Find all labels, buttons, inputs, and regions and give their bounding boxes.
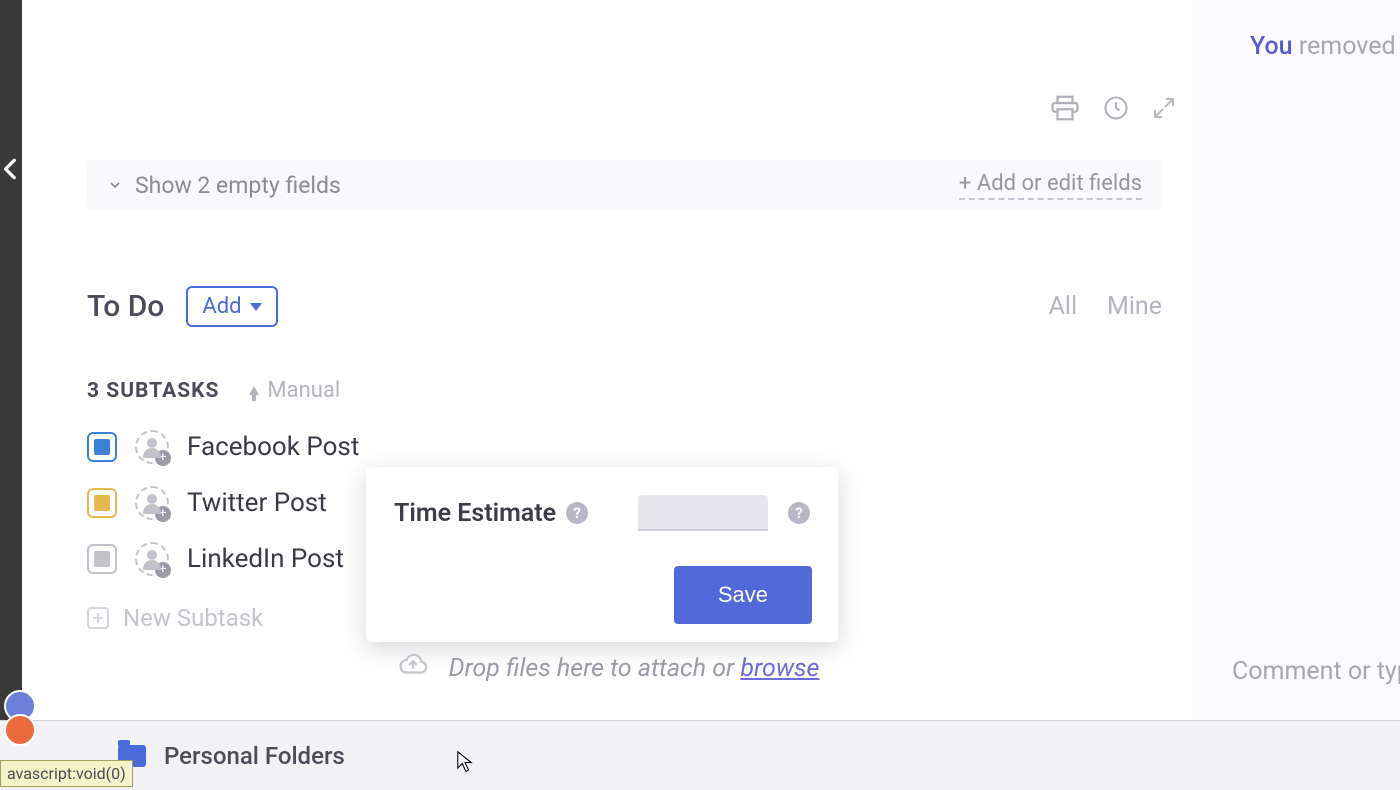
- filter-mine-tab[interactable]: Mine: [1107, 292, 1162, 321]
- status-box-icon[interactable]: [87, 544, 117, 574]
- task-detail-panel: Show 2 empty fields + Add or edit fields…: [22, 0, 1192, 720]
- new-subtask-label: New Subtask: [123, 604, 263, 632]
- header-action-icons: [1050, 93, 1176, 123]
- time-estimate-label: Time Estimate: [394, 499, 556, 528]
- sort-mode-label: Manual: [267, 378, 340, 403]
- assignee-avatar[interactable]: +: [135, 486, 169, 520]
- plus-icon: +: [155, 562, 171, 578]
- new-subtask-row[interactable]: New Subtask: [87, 604, 359, 632]
- expand-icon[interactable]: [1152, 96, 1176, 120]
- assignee-avatar[interactable]: +: [135, 542, 169, 576]
- add-edit-fields-link[interactable]: + Add or edit fields: [959, 171, 1142, 200]
- activity-panel: You removed th Comment or typ: [1192, 0, 1400, 720]
- cloud-upload-icon: [395, 650, 431, 687]
- plus-icon: +: [155, 450, 171, 466]
- time-estimate-popover: Time Estimate ? ? Save: [366, 467, 838, 642]
- subtask-row: + LinkedIn Post: [87, 542, 359, 576]
- caret-down-icon: [250, 303, 262, 311]
- plus-icon: +: [155, 506, 171, 522]
- activity-actor: You: [1250, 32, 1293, 61]
- chevron-down-icon: [107, 177, 123, 193]
- avatar[interactable]: [4, 714, 36, 746]
- custom-fields-bar: Show 2 empty fields + Add or edit fields: [87, 160, 1162, 210]
- sort-mode-button[interactable]: Manual: [249, 378, 340, 403]
- mouse-cursor-icon: [456, 750, 474, 774]
- subtasks-meta-row: 3 SUBTASKS Manual: [87, 378, 340, 403]
- arrow-up-icon: [249, 386, 259, 395]
- help-icon[interactable]: ?: [788, 502, 810, 524]
- activity-text: removed th: [1293, 32, 1400, 61]
- status-bar-tooltip: avascript:void(0): [0, 760, 133, 787]
- background-folder-bar: Personal Folders: [0, 720, 1400, 790]
- section-title: To Do: [87, 289, 164, 324]
- dropzone-text: Drop files here to attach or: [449, 654, 741, 683]
- close-panel-chevron-icon[interactable]: [0, 150, 28, 190]
- attachment-dropzone[interactable]: Drop files here to attach or browse: [22, 650, 1192, 687]
- subtask-title[interactable]: Facebook Post: [187, 432, 359, 462]
- add-button-label: Add: [202, 294, 241, 319]
- subtask-title[interactable]: Twitter Post: [187, 488, 327, 518]
- todo-header-row: To Do Add: [87, 286, 1162, 327]
- filter-all-tab[interactable]: All: [1049, 292, 1077, 321]
- history-icon[interactable]: [1102, 94, 1130, 122]
- show-empty-fields-label: Show 2 empty fields: [135, 172, 341, 199]
- browse-link[interactable]: browse: [740, 654, 819, 683]
- activity-entry: You removed th: [1250, 32, 1400, 61]
- time-estimate-input[interactable]: [638, 495, 768, 531]
- status-box-icon[interactable]: [87, 488, 117, 518]
- assignee-avatar[interactable]: +: [135, 430, 169, 464]
- subtask-row: + Facebook Post: [87, 430, 359, 464]
- subtask-row: + Twitter Post: [87, 486, 359, 520]
- presence-avatars: [4, 698, 36, 746]
- status-box-icon[interactable]: [87, 432, 117, 462]
- save-button[interactable]: Save: [674, 566, 812, 624]
- help-icon[interactable]: ?: [566, 502, 588, 524]
- plus-square-icon: [87, 607, 109, 629]
- subtask-filter-tabs: All Mine: [1049, 292, 1162, 321]
- subtask-list: + Facebook Post + Twitter Post + LinkedI…: [87, 430, 359, 632]
- folder-label[interactable]: Personal Folders: [164, 742, 345, 770]
- subtask-title[interactable]: LinkedIn Post: [187, 544, 344, 574]
- subtasks-count-label: 3 SUBTASKS: [87, 379, 219, 403]
- show-empty-fields-toggle[interactable]: Show 2 empty fields: [107, 172, 341, 199]
- print-icon[interactable]: [1050, 93, 1080, 123]
- add-subtask-button[interactable]: Add: [186, 286, 277, 327]
- comment-input-placeholder[interactable]: Comment or typ: [1232, 657, 1400, 686]
